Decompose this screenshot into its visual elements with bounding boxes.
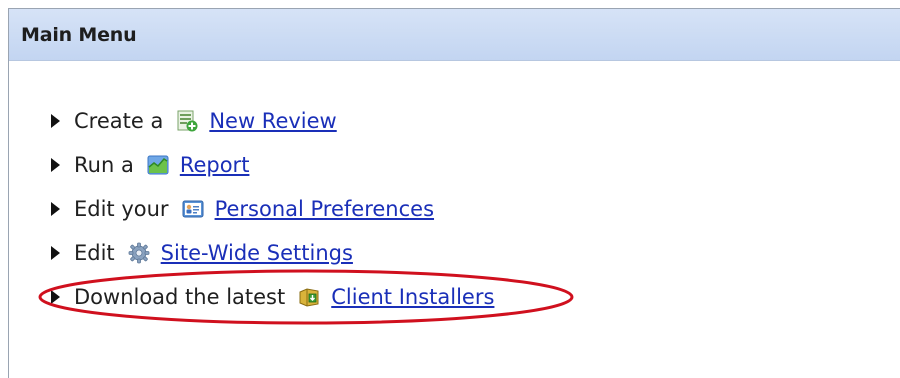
main-menu-panel: Main Menu Create a New Review Run a Repo… — [8, 8, 900, 378]
report-chart-icon — [146, 153, 170, 177]
bullet-arrow-icon — [51, 158, 60, 172]
menu-item-new-review: Create a New Review — [51, 99, 494, 143]
menu-item-report: Run a Report — [51, 143, 494, 187]
menu-item-prefix: Run a — [74, 153, 134, 177]
menu-item-prefix: Download the latest — [74, 285, 286, 309]
menu-item-site-wide-settings: Edit Site-Wide Settings — [51, 231, 494, 275]
new-review-link[interactable]: New Review — [209, 109, 336, 133]
menu-item-personal-preferences: Edit your Personal Preferences — [51, 187, 494, 231]
bullet-arrow-icon — [51, 290, 60, 304]
gear-icon — [127, 241, 151, 265]
report-link[interactable]: Report — [180, 153, 250, 177]
site-wide-settings-link[interactable]: Site-Wide Settings — [161, 241, 353, 265]
installer-package-icon — [297, 285, 321, 309]
personal-card-icon — [181, 197, 205, 221]
menu-item-prefix: Edit your — [74, 197, 169, 221]
menu-list: Create a New Review Run a Report Edit yo… — [51, 99, 494, 319]
menu-item-client-installers: Download the latest Client Installers — [51, 275, 494, 319]
client-installers-link[interactable]: Client Installers — [331, 285, 494, 309]
new-review-icon — [175, 109, 199, 133]
menu-item-prefix: Create a — [74, 109, 164, 133]
panel-title: Main Menu — [21, 23, 137, 46]
bullet-arrow-icon — [51, 114, 60, 128]
panel-header: Main Menu — [9, 9, 900, 61]
menu-item-prefix: Edit — [74, 241, 115, 265]
bullet-arrow-icon — [51, 246, 60, 260]
personal-preferences-link[interactable]: Personal Preferences — [215, 197, 434, 221]
bullet-arrow-icon — [51, 202, 60, 216]
